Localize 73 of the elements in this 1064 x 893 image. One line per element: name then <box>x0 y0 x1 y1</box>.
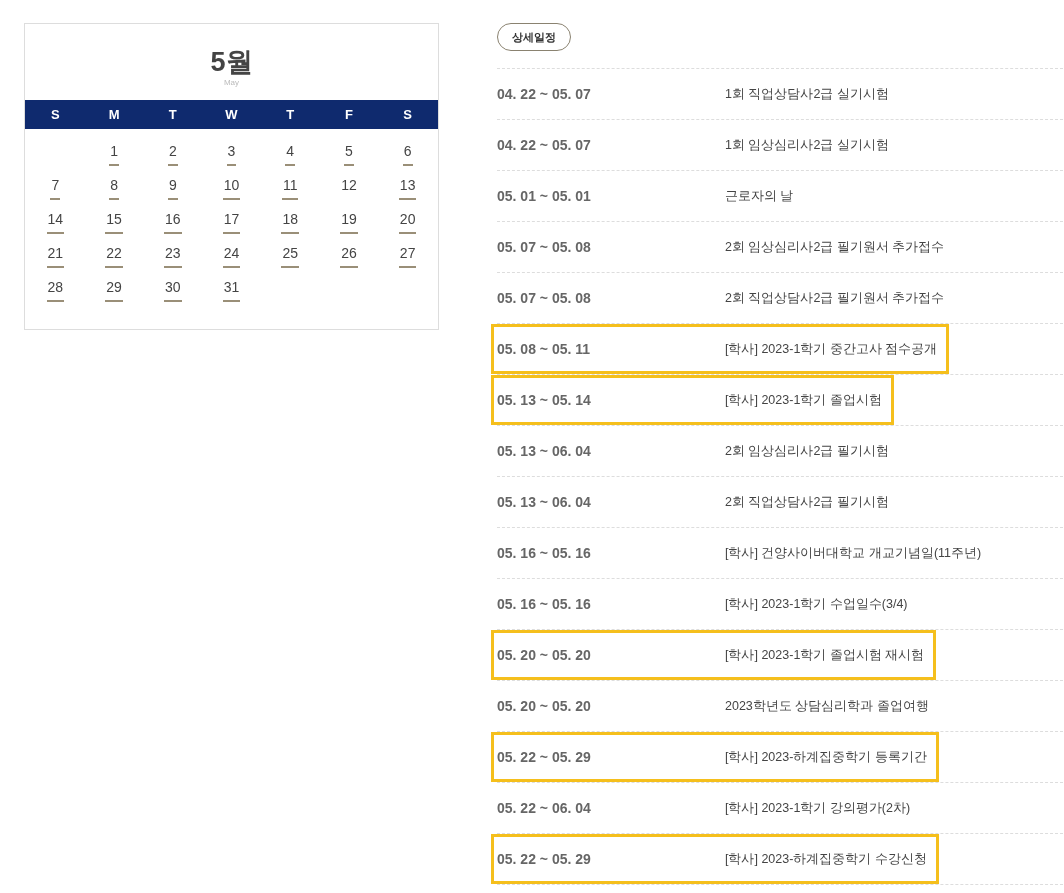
event-title[interactable]: [학사] 2023-1학기 수업일수(3/4) <box>725 595 908 613</box>
calendar-day[interactable]: 30 <box>164 277 182 302</box>
weekday-label: M <box>108 107 120 122</box>
date-range: 05. 22 ~ 06. 04 <box>497 800 592 816</box>
calendar-day[interactable]: 31 <box>222 277 241 302</box>
calendar-day[interactable]: 12 <box>340 175 358 200</box>
calendar-day[interactable]: 19 <box>340 209 358 234</box>
event-title[interactable]: 1회 임상심리사2급 실기시험 <box>725 136 889 154</box>
calendar-day[interactable]: 17 <box>222 209 241 234</box>
calendar-day[interactable]: 26 <box>340 243 358 268</box>
month-title: 5월 <box>210 46 253 78</box>
calendar-day[interactable]: 28 <box>46 277 65 302</box>
calendar-day[interactable]: 21 <box>46 243 65 268</box>
date-range: 05. 22 ~ 05. 29 <box>497 851 592 867</box>
event-title[interactable]: [학사] 2023-하계집중학기 수강신청 <box>725 850 927 868</box>
date-range: 05. 20 ~ 05. 20 <box>497 647 592 663</box>
event-title[interactable]: [학사] 건양사이버대학교 개교기념일(11주년) <box>725 544 982 562</box>
calendar-day[interactable]: 14 <box>46 209 65 234</box>
calendar-day[interactable]: 25 <box>281 243 299 268</box>
event-title[interactable]: [학사] 2023-1학기 강의평가(2차) <box>725 799 911 817</box>
event-title[interactable]: 2회 직업상담사2급 필기원서 추가접수 <box>725 289 945 307</box>
detail-schedule-button[interactable]: 상세일정 <box>497 23 571 51</box>
weekday-label: T <box>168 107 177 122</box>
calendar-day[interactable]: 29 <box>105 277 123 302</box>
date-range: 05. 01 ~ 05. 01 <box>497 188 592 204</box>
date-range: 05. 20 ~ 05. 20 <box>497 698 592 714</box>
calendar-day[interactable]: 22 <box>105 243 123 268</box>
calendar-day[interactable]: 1 <box>109 141 119 166</box>
weekday-label: F <box>344 107 353 122</box>
calendar-day[interactable]: 24 <box>222 243 241 268</box>
date-range: 05. 13 ~ 06. 04 <box>497 443 592 459</box>
event-title[interactable]: [학사] 2023-1학기 중간고사 점수공개 <box>725 340 938 358</box>
calendar-day[interactable]: 3 <box>226 141 237 166</box>
date-range: 05. 13 ~ 06. 04 <box>497 494 592 510</box>
date-range: 05. 16 ~ 05. 16 <box>497 596 592 612</box>
date-range: 04. 22 ~ 05. 07 <box>497 86 592 102</box>
calendar-day[interactable]: 11 <box>281 175 299 200</box>
calendar-day[interactable]: 23 <box>164 243 182 268</box>
calendar-day[interactable]: 16 <box>164 209 182 234</box>
date-range: 05. 07 ~ 05. 08 <box>497 239 592 255</box>
weekday-label: S <box>51 107 60 122</box>
event-title[interactable]: 1회 직업상담사2급 실기시험 <box>725 85 889 103</box>
date-range: 05. 13 ~ 05. 14 <box>497 392 592 408</box>
date-range: 05. 07 ~ 05. 08 <box>497 290 592 306</box>
calendar-day[interactable]: 6 <box>402 141 413 166</box>
date-range: 04. 22 ~ 05. 07 <box>497 137 592 153</box>
calendar-day[interactable]: 5 <box>344 141 354 166</box>
event-title[interactable]: 2회 임상심리사2급 필기시험 <box>725 442 889 460</box>
calendar-day[interactable]: 8 <box>109 175 119 200</box>
weekday-label: W <box>225 107 238 122</box>
event-title[interactable]: 2회 직업상담사2급 필기시험 <box>725 493 889 511</box>
event-title[interactable]: [학사] 2023-1학기 졸업시험 재시험 <box>725 646 925 664</box>
date-range: 05. 22 ~ 05. 29 <box>497 749 592 765</box>
event-title[interactable]: 2회 임상심리사2급 필기원서 추가접수 <box>725 238 945 256</box>
calendar-day[interactable]: 13 <box>398 175 417 200</box>
date-range: 05. 16 ~ 05. 16 <box>497 545 592 561</box>
event-title[interactable]: 2023학년도 상담심리학과 졸업여행 <box>725 697 929 715</box>
event-title[interactable]: [학사] 2023-1학기 졸업시험 <box>725 391 882 409</box>
calendar-day[interactable]: 18 <box>281 209 299 234</box>
calendar-day[interactable]: 2 <box>167 141 178 166</box>
calendar-day[interactable]: 10 <box>222 175 241 200</box>
calendar-day[interactable]: 27 <box>398 243 417 268</box>
weekday-label: S <box>403 107 412 122</box>
calendar-day[interactable]: 4 <box>285 141 296 166</box>
calendar-day[interactable]: 7 <box>50 175 61 200</box>
calendar-day[interactable]: 9 <box>167 175 178 200</box>
month-subtitle: May <box>223 78 240 87</box>
date-range: 05. 08 ~ 05. 11 <box>497 341 592 357</box>
calendar-day[interactable]: 15 <box>105 209 123 234</box>
event-title[interactable]: [학사] 2023-하계집중학기 등록기간 <box>725 748 927 766</box>
event-title[interactable]: 근로자의 날 <box>725 187 794 205</box>
weekday-label: T <box>286 107 295 122</box>
calendar-day[interactable]: 20 <box>398 209 417 234</box>
